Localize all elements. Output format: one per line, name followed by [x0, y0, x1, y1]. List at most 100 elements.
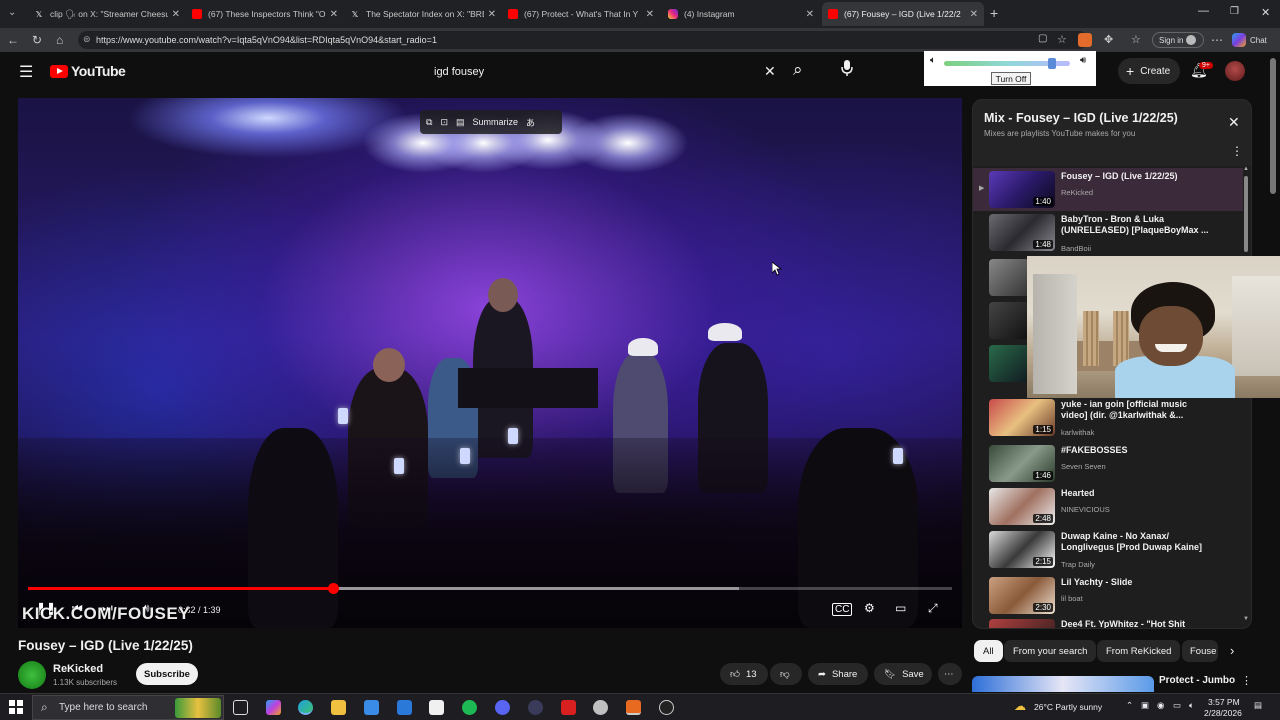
progress-bar[interactable]	[28, 583, 952, 594]
recorder-app-icon[interactable]	[561, 700, 576, 715]
chevron-right-icon[interactable]: ›	[1230, 643, 1234, 658]
url-field[interactable]: ⊜ https://www.youtube.com/watch?v=Iqta5q…	[78, 31, 1088, 49]
video-thumbnail[interactable]: 2:48	[989, 488, 1055, 525]
chip-from-your-search[interactable]: From your search	[1004, 640, 1097, 662]
close-icon[interactable]: ✕	[330, 9, 338, 20]
taskbar-time[interactable]: 3:57 PM	[1208, 697, 1240, 707]
speaker-icon[interactable]: 🔈︎	[1189, 700, 1194, 711]
playlist-item[interactable]: 2:48 Hearted NINEVICIOUS	[973, 485, 1243, 528]
playlist-item[interactable]: 1:48 BabyTron - Bron & Luka (UNRELEASED)…	[973, 211, 1243, 254]
maximize-icon[interactable]: ❐	[1230, 6, 1239, 17]
volume-slider-handle[interactable]	[1048, 58, 1057, 69]
tray-app-icon[interactable]: ◉	[1157, 700, 1164, 711]
youtube-logo-icon[interactable]	[50, 65, 68, 78]
clear-search-icon[interactable]: ✕	[764, 63, 776, 80]
copilot-chat-button[interactable]: Chat	[1232, 32, 1267, 48]
summarize-button[interactable]: Summarize	[473, 117, 519, 127]
page-scrollbar[interactable]	[1270, 58, 1276, 194]
video-thumbnail[interactable]: 1:15	[989, 399, 1055, 436]
more-actions-button[interactable]: ⋯	[938, 663, 962, 685]
spotify-icon[interactable]	[462, 700, 477, 715]
browser-tab-2[interactable]: (67) These Inspectors Think "Open ✕	[186, 2, 344, 26]
voice-search-icon[interactable]	[838, 59, 856, 81]
playlist-menu-icon[interactable]: ⋮	[1231, 144, 1243, 158]
browser-tab-1[interactable]: 𝕏 clip 🗣 on X: "Streamer Cheesur p ✕	[28, 2, 186, 26]
recommended-video-thumbnail[interactable]	[972, 676, 1154, 692]
video-thumbnail[interactable]: 1:46	[989, 445, 1055, 482]
network-icon[interactable]: ▭	[1173, 700, 1181, 711]
mail-icon[interactable]	[397, 700, 412, 715]
site-info-icon[interactable]: ⊜	[83, 34, 91, 45]
scroll-up-icon[interactable]: ▲	[1243, 166, 1249, 172]
extensions-puzzle-icon[interactable]: ✥	[1104, 33, 1113, 46]
close-icon[interactable]: ✕	[172, 9, 180, 20]
playlist-item[interactable]: 2:15 Duwap Kaine - No Xanax/ Longlivegus…	[973, 528, 1243, 571]
notification-center-icon[interactable]: ▤	[1254, 700, 1262, 711]
edge-browser-icon[interactable]	[298, 700, 313, 715]
browser-tab-6[interactable]: (67) Fousey – IGD (Live 1/22/2 ✕	[822, 2, 984, 26]
video-thumbnail[interactable]: 1:48	[989, 214, 1055, 251]
tab-list-chevron-icon[interactable]: ⌄	[8, 7, 16, 18]
scrubber-handle[interactable]	[327, 583, 339, 594]
video-thumbnail[interactable]: 1:40	[989, 171, 1055, 208]
close-icon[interactable]: ✕	[1228, 114, 1240, 131]
close-icon[interactable]: ✕	[806, 9, 814, 20]
weather-text[interactable]: 26°C Partly sunny	[1034, 702, 1102, 712]
favorites-icon[interactable]: ☆	[1131, 33, 1141, 46]
create-button[interactable]: + Create	[1118, 58, 1180, 84]
volume-max-icon[interactable]: 🔊︎	[1080, 55, 1086, 66]
app-icon[interactable]	[593, 700, 608, 715]
back-icon[interactable]: ←	[7, 33, 19, 47]
turn-off-button[interactable]: Turn Off	[991, 72, 1031, 85]
video-player[interactable]: ⧉ ⊡ ▤ Summarize あ ❚❚ ⏮︎ ⏭︎ 🔊︎ 0:32 / 1:3…	[18, 98, 962, 628]
video-thumbnail[interactable]: 2:30	[989, 577, 1055, 614]
windows-start-icon[interactable]	[9, 700, 23, 714]
volume-slider[interactable]	[944, 58, 1070, 69]
window-close-icon[interactable]: ✕	[1261, 6, 1270, 19]
video-thumbnail[interactable]	[989, 619, 1055, 628]
account-avatar[interactable]	[1225, 61, 1245, 81]
recommended-menu-icon[interactable]: ⋮	[1241, 674, 1252, 687]
taskbar-search-input[interactable]: ⌕ Type here to search	[32, 695, 224, 720]
volume-mute-icon[interactable]: 🔈︎	[930, 55, 936, 66]
channel-name[interactable]: ReKicked	[53, 663, 103, 675]
pip-icon[interactable]: ⧉	[426, 117, 432, 128]
theater-mode-icon[interactable]: ▭	[895, 601, 906, 615]
captions-icon[interactable]: CC	[832, 603, 853, 616]
split-screen-icon[interactable]: ▢	[1038, 33, 1047, 44]
chip-from-rekicked[interactable]: From ReKicked	[1097, 640, 1181, 662]
extension-icon[interactable]	[1078, 33, 1092, 47]
search-icon[interactable]: ⌕	[793, 60, 803, 80]
home-icon[interactable]: ⌂	[56, 33, 63, 47]
browser-tab-3[interactable]: 𝕏 The Spectator Index on X: "BREAK ✕	[344, 2, 502, 26]
capture-icon[interactable]: ⊡	[440, 117, 448, 128]
browser-tab-4[interactable]: (67) Protect - What's That In Y ✕	[502, 2, 660, 26]
close-icon[interactable]: ✕	[488, 9, 496, 20]
recommended-video-title[interactable]: Protect - Jumbo	[1159, 675, 1235, 686]
obs-icon[interactable]	[659, 700, 674, 715]
close-icon[interactable]: ✕	[646, 9, 654, 20]
minimize-icon[interactable]: —	[1198, 5, 1209, 17]
save-button[interactable]: 🔖︎ Save	[874, 663, 932, 685]
taskbar-date[interactable]: 2/28/2026	[1204, 708, 1242, 718]
settings-gear-icon[interactable]: ⚙︎	[864, 601, 875, 615]
video-thumbnail[interactable]: 2:15	[989, 531, 1055, 568]
playlist-item[interactable]: 1:46 #FAKEBOSSES Seven Seven	[973, 442, 1243, 485]
fullscreen-icon[interactable]: ⤢	[928, 601, 938, 616]
subscribe-button[interactable]: Subscribe	[136, 663, 198, 685]
reload-icon[interactable]: ↻	[32, 33, 42, 47]
copilot-icon[interactable]	[266, 700, 281, 715]
video-thumbnail[interactable]	[989, 345, 1029, 382]
video-thumbnail[interactable]	[989, 259, 1029, 296]
weather-icon[interactable]: ☁︎	[1014, 699, 1026, 713]
scroll-down-icon[interactable]: ▼	[1243, 616, 1249, 622]
document-icon[interactable]	[429, 700, 444, 715]
discord-icon[interactable]	[495, 700, 510, 715]
search-input[interactable]: igd fousey	[422, 58, 782, 86]
microsoft-store-icon[interactable]	[364, 700, 379, 715]
translate-icon[interactable]: あ	[526, 116, 535, 129]
video-thumbnail[interactable]	[989, 302, 1029, 339]
youtube-logo-text[interactable]: YouTube	[71, 63, 126, 79]
chip-all[interactable]: All	[974, 640, 1003, 662]
like-button[interactable]: 👍︎ 13	[720, 663, 768, 685]
